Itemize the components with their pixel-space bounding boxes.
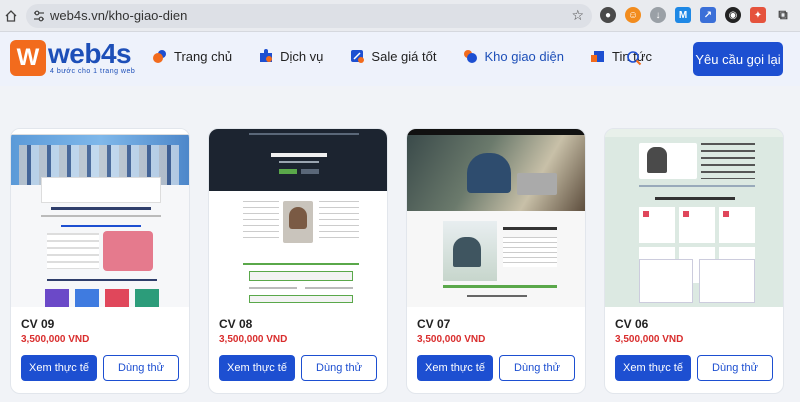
template-price: 3,500,000 VND bbox=[219, 334, 288, 345]
main-nav: Trang chủ Dịch vụ Sale giá tốt Kho giao … bbox=[152, 48, 678, 64]
brand-name[interactable]: web4s bbox=[48, 38, 132, 70]
nav-item-templates[interactable]: Kho giao diện bbox=[462, 48, 564, 64]
nav-label: Trang chủ bbox=[174, 48, 233, 64]
puzzle-icon bbox=[260, 49, 273, 62]
template-name: CV 09 bbox=[21, 317, 55, 331]
try-button[interactable]: Dùng thử bbox=[301, 355, 377, 381]
template-card-cv07[interactable]: CV 07 3,500,000 VND Xem thực tế Dùng thử bbox=[406, 128, 586, 394]
try-button[interactable]: Dùng thử bbox=[697, 355, 773, 381]
address-bar[interactable]: web4s.vn/kho-giao-dien ☆ bbox=[26, 4, 592, 28]
template-card-cv06[interactable]: CV 06 3,500,000 VND Xem thực tế Dùng thử bbox=[604, 128, 784, 394]
discount-tag-icon bbox=[351, 50, 365, 63]
template-grid: CV 09 3,500,000 VND Xem thực tế Dùng thử… bbox=[0, 128, 800, 402]
template-name: CV 08 bbox=[219, 317, 253, 331]
view-live-button[interactable]: Xem thực tế bbox=[219, 355, 295, 381]
template-name: CV 07 bbox=[417, 317, 451, 331]
template-price: 3,500,000 VND bbox=[615, 334, 684, 345]
chart-extension-icon[interactable]: ↗ bbox=[700, 7, 716, 23]
m-extension-icon[interactable]: M bbox=[675, 7, 691, 23]
template-thumbnail[interactable] bbox=[407, 129, 585, 307]
site-header: W web4s 4 bước cho 1 trang web Trang chủ… bbox=[0, 32, 800, 86]
templates-icon bbox=[464, 50, 478, 63]
nav-label: Dịch vụ bbox=[280, 48, 324, 64]
template-thumbnail[interactable] bbox=[11, 129, 189, 307]
template-card-cv08[interactable]: CV 08 3,500,000 VND Xem thực tế Dùng thử bbox=[208, 128, 388, 394]
orange-extension-icon[interactable]: ☺ bbox=[625, 7, 641, 23]
user-extension-icon[interactable]: ● bbox=[600, 7, 616, 23]
template-price: 3,500,000 VND bbox=[21, 334, 90, 345]
home-icon[interactable] bbox=[4, 9, 18, 23]
nav-item-news[interactable]: Tin tức bbox=[590, 48, 652, 64]
puzzle-extension-icon[interactable]: ⧉ bbox=[775, 7, 791, 23]
bookmark-star-icon[interactable]: ☆ bbox=[571, 7, 584, 24]
news-icon bbox=[590, 51, 604, 62]
browser-toolbar: web4s.vn/kho-giao-dien ☆ ● ☺ ↓ M ↗ ◉ ✦ ⧉ bbox=[0, 0, 800, 32]
nav-label: Kho giao diện bbox=[484, 48, 564, 64]
search-icon[interactable] bbox=[626, 50, 642, 66]
nav-item-home[interactable]: Trang chủ bbox=[152, 48, 232, 64]
view-live-button[interactable]: Xem thực tế bbox=[21, 355, 97, 381]
nav-item-sale[interactable]: Sale giá tốt bbox=[349, 48, 436, 64]
template-name: CV 06 bbox=[615, 317, 649, 331]
request-callback-button[interactable]: Yêu cầu gọi lại bbox=[693, 42, 783, 76]
web4s-logo-icon[interactable]: W bbox=[10, 40, 46, 76]
view-live-button[interactable]: Xem thực tế bbox=[615, 355, 691, 381]
nav-label: Sale giá tốt bbox=[371, 48, 437, 64]
gray-extension-icon[interactable]: ↓ bbox=[650, 7, 666, 23]
site-settings-icon[interactable] bbox=[32, 9, 46, 23]
template-thumbnail[interactable] bbox=[605, 129, 783, 307]
try-button[interactable]: Dùng thử bbox=[103, 355, 179, 381]
nav-item-services[interactable]: Dịch vụ bbox=[258, 48, 323, 64]
try-button[interactable]: Dùng thử bbox=[499, 355, 575, 381]
github-extension-icon[interactable]: ◉ bbox=[725, 7, 741, 23]
home-nav-icon bbox=[153, 50, 166, 63]
view-live-button[interactable]: Xem thực tế bbox=[417, 355, 493, 381]
template-thumbnail[interactable] bbox=[209, 129, 387, 307]
template-card-cv09[interactable]: CV 09 3,500,000 VND Xem thực tế Dùng thử bbox=[10, 128, 190, 394]
red-extension-icon[interactable]: ✦ bbox=[750, 7, 766, 23]
extensions-bar: ● ☺ ↓ M ↗ ◉ ✦ ⧉ bbox=[600, 7, 791, 25]
brand-tagline: 4 bước cho 1 trang web bbox=[50, 68, 136, 75]
url-text[interactable]: web4s.vn/kho-giao-dien bbox=[50, 8, 187, 23]
template-price: 3,500,000 VND bbox=[417, 334, 486, 345]
